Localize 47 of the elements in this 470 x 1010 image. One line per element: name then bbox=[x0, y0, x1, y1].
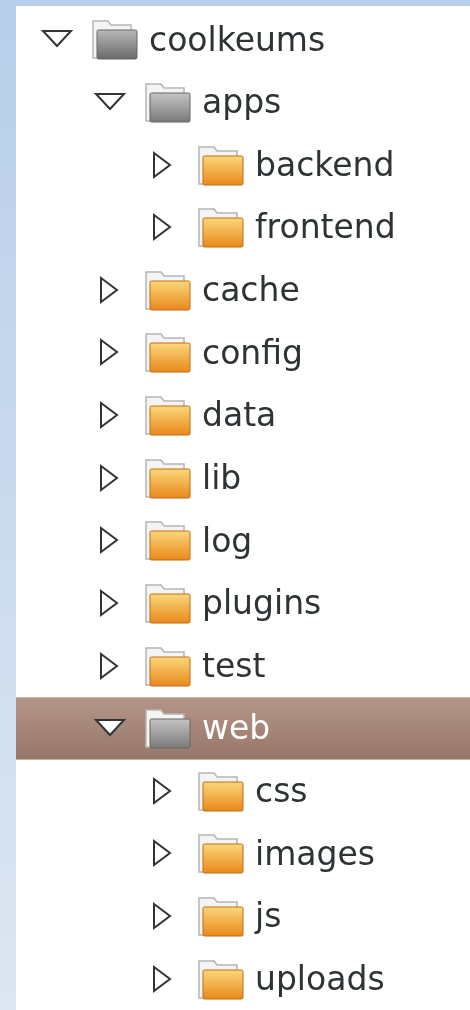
folder-icon bbox=[145, 519, 191, 562]
folder-icon bbox=[198, 143, 244, 186]
folder-name: backend bbox=[255, 143, 395, 186]
folder-name: js bbox=[255, 895, 282, 938]
folder-name: test bbox=[202, 644, 266, 687]
tree-row[interactable]: plugins bbox=[16, 571, 470, 635]
folder-icon bbox=[145, 581, 191, 624]
folder-name: lib bbox=[202, 456, 242, 499]
tree-row[interactable]: data bbox=[16, 383, 470, 447]
tree-row[interactable]: frontend bbox=[16, 195, 470, 259]
folder-icon bbox=[145, 707, 191, 750]
folder-icon bbox=[145, 394, 191, 437]
tree-row[interactable]: backend bbox=[16, 133, 470, 196]
tree-row[interactable]: coolkeums bbox=[16, 8, 470, 71]
tree-row[interactable]: log bbox=[16, 509, 470, 572]
folder-name: config bbox=[202, 331, 303, 374]
folder-icon bbox=[145, 268, 191, 311]
folder-icon bbox=[92, 18, 138, 61]
folder-name: web bbox=[202, 707, 271, 750]
tree-row[interactable]: lib bbox=[16, 446, 470, 509]
folder-name: plugins bbox=[202, 582, 322, 625]
tree-row[interactable]: images bbox=[16, 822, 470, 885]
folder-icon bbox=[145, 331, 191, 374]
folder-name: images bbox=[255, 832, 375, 875]
folder-icon bbox=[198, 895, 244, 938]
folder-icon bbox=[198, 832, 244, 875]
folder-icon bbox=[145, 644, 191, 687]
tree-row[interactable]: js bbox=[16, 884, 470, 948]
tree-row[interactable]: config bbox=[16, 321, 470, 384]
folder-name: apps bbox=[202, 81, 282, 124]
folder-name: coolkeums bbox=[149, 18, 326, 61]
folder-name: cache bbox=[202, 269, 300, 312]
tree-row[interactable]: apps bbox=[16, 70, 470, 134]
folder-icon bbox=[198, 957, 244, 1000]
folder-name: css bbox=[255, 770, 308, 813]
tree-row[interactable]: uploads bbox=[16, 947, 470, 1010]
folder-name: frontend bbox=[255, 206, 396, 249]
folder-name: log bbox=[202, 519, 253, 562]
tree-row[interactable]: test bbox=[16, 634, 470, 697]
folder-icon bbox=[198, 769, 244, 812]
folder-name: data bbox=[202, 394, 277, 437]
folder-icon bbox=[145, 456, 191, 499]
tree-row[interactable]: css bbox=[16, 759, 470, 823]
folder-icon bbox=[145, 80, 191, 123]
folder-name: uploads bbox=[255, 957, 385, 1000]
folder-icon bbox=[198, 206, 244, 249]
tree-row[interactable]: cache bbox=[16, 258, 470, 322]
